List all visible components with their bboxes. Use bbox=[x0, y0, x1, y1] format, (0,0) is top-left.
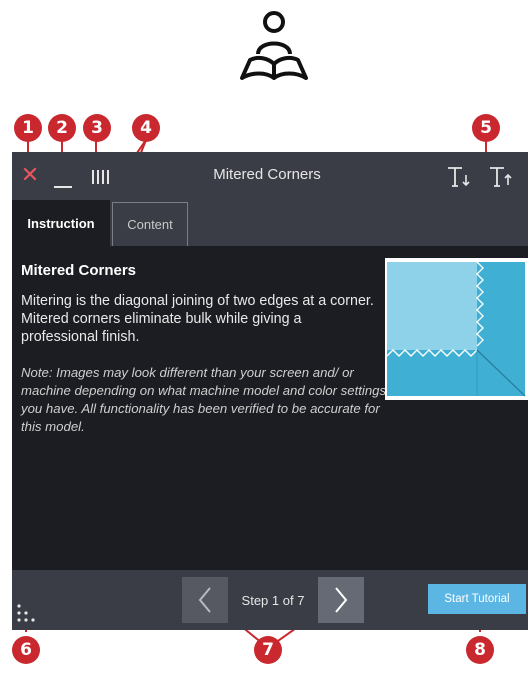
tab-instruction[interactable]: Instruction bbox=[12, 200, 110, 246]
chevron-left-icon bbox=[198, 587, 211, 613]
title-bar: ✕ Mitered Corners bbox=[12, 152, 528, 200]
callout-2: 2 bbox=[48, 114, 76, 142]
window-title: Mitered Corners bbox=[213, 166, 321, 183]
tutorial-window: ✕ Mitered Corners Instruction Content Mi… bbox=[12, 152, 528, 630]
step-indicator: Step 1 of 7 bbox=[241, 592, 305, 608]
minimize-button[interactable] bbox=[54, 186, 72, 188]
callout-3: 3 bbox=[83, 114, 111, 142]
content-heading: Mitered Corners bbox=[21, 262, 137, 279]
callout-6: 6 bbox=[12, 636, 40, 664]
mitered-corner-illustration bbox=[385, 258, 528, 400]
close-button[interactable]: ✕ bbox=[18, 162, 42, 190]
close-icon: ✕ bbox=[20, 163, 40, 188]
callout-1: 1 bbox=[14, 114, 42, 142]
text-size-decrease-icon[interactable] bbox=[446, 165, 472, 189]
content-paragraph: Mitering is the diagonal joining of two … bbox=[21, 293, 374, 345]
step-navigation-bar: Step 1 of 7 Start Tutorial bbox=[12, 570, 528, 630]
callout-5: 5 bbox=[472, 114, 500, 142]
content-note: Note: Images may look different than you… bbox=[21, 365, 387, 434]
tab-bar: Instruction Content bbox=[12, 200, 528, 246]
text-size-increase-icon[interactable] bbox=[488, 165, 514, 189]
chevron-right-icon bbox=[335, 587, 348, 613]
menu-dots-icon[interactable] bbox=[16, 602, 36, 624]
person-reading-book-icon bbox=[240, 11, 308, 80]
callout-4: 4 bbox=[132, 114, 160, 142]
callout-8: 8 bbox=[466, 636, 494, 664]
next-step-button[interactable] bbox=[318, 577, 364, 623]
previous-step-button[interactable] bbox=[182, 577, 228, 623]
callout-7: 7 bbox=[254, 636, 282, 664]
start-tutorial-button[interactable]: Start Tutorial bbox=[428, 584, 526, 614]
grip-icon[interactable] bbox=[92, 170, 112, 184]
instruction-panel: Mitered Corners Mitering is the diagonal… bbox=[12, 246, 528, 570]
tab-content[interactable]: Content bbox=[112, 202, 188, 246]
